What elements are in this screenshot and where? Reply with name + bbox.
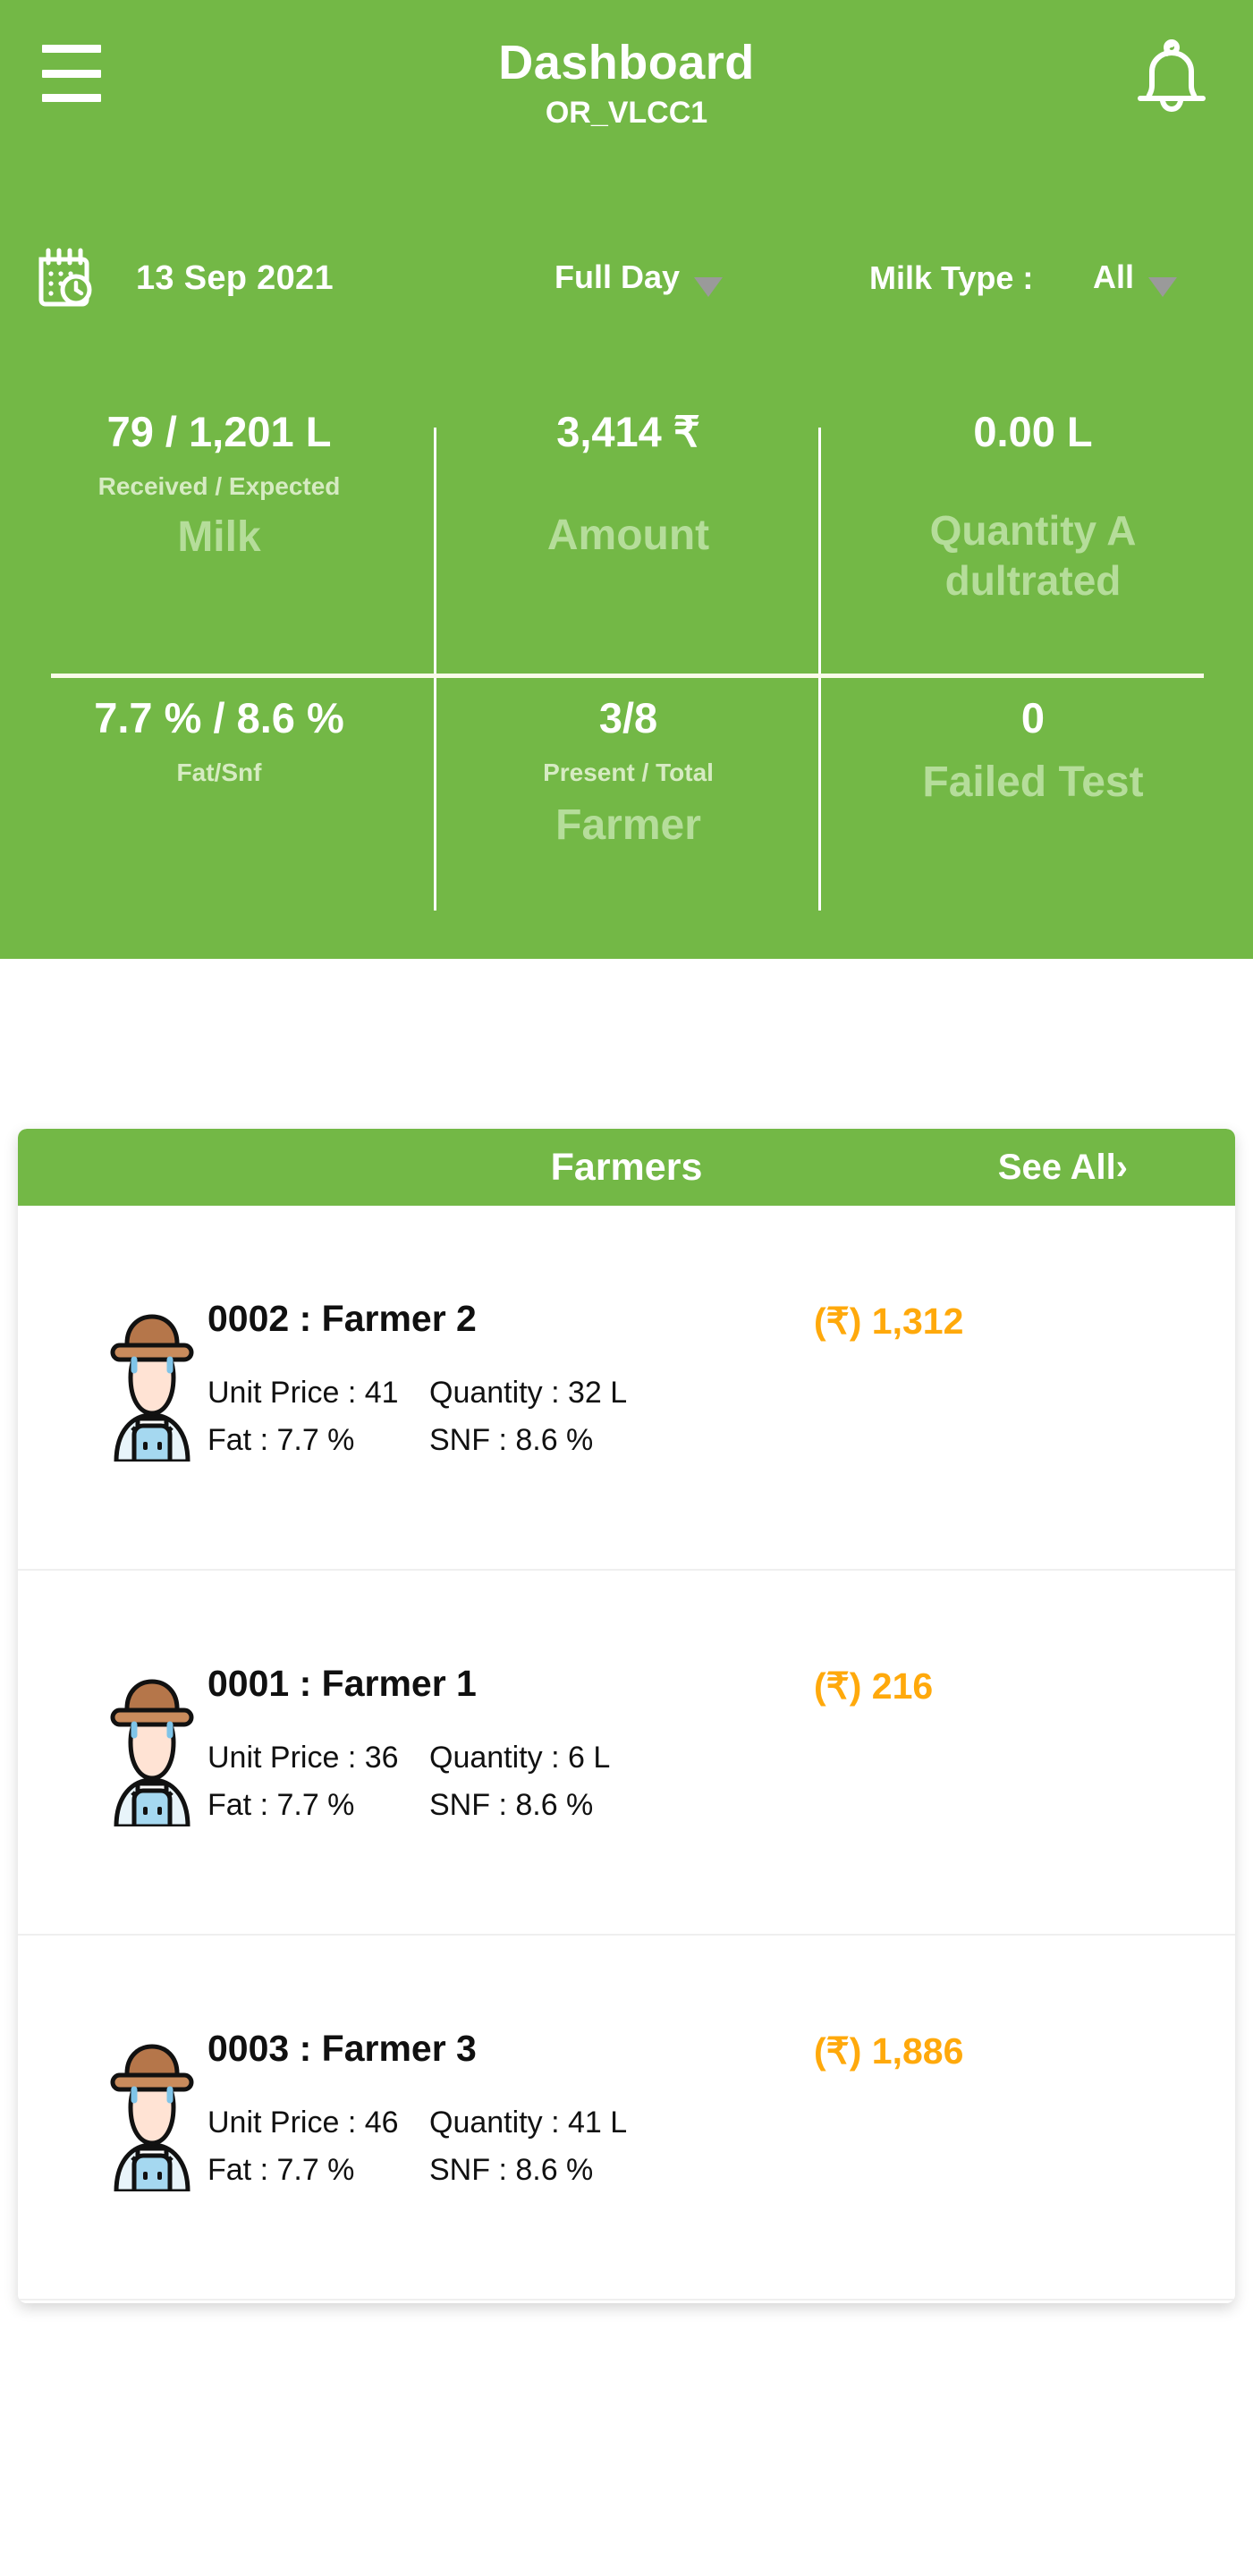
farmer-detail-row: Fat : 7.7 % SNF : 8.6 % <box>207 1788 1156 1823</box>
farmer-detail-row: Unit Price : 46 Quantity : 41 L <box>207 2106 1156 2140</box>
farmer-amount: (₹) 216 <box>814 1665 934 1707</box>
stat-value-unit: L <box>1066 408 1093 455</box>
stat-value-unit: L <box>305 408 332 455</box>
stat-value: 7.7 % / 8.6 % <box>94 694 344 741</box>
farmer-fat: Fat : 7.7 % <box>207 1788 355 1822</box>
stat-value: 0 <box>1020 694 1046 741</box>
farmer-quantity: Quantity : 32 L <box>429 1376 628 1410</box>
farmer-details: Unit Price : 36 Quantity : 6 L Fat : 7.7… <box>207 1741 1156 1835</box>
stat-tile-amount[interactable]: 3,414 ₹ Amount <box>438 407 818 561</box>
farmer-quantity: Quantity : 6 L <box>429 1741 611 1775</box>
stat-value: 79 / 1,201 L <box>9 407 429 457</box>
stat-sublabel: Fat/Snf <box>176 758 262 786</box>
bell-icon[interactable] <box>1133 36 1210 118</box>
table-row-partial[interactable] <box>18 2301 1235 2303</box>
stat-tile-failed-test[interactable]: 0 Failed Test <box>823 693 1243 808</box>
shift-dropdown[interactable]: Full Day <box>555 258 724 297</box>
farmer-fat: Fat : 7.7 % <box>207 1423 355 1457</box>
milk-type-dropdown[interactable]: All <box>1093 258 1178 297</box>
stats-vertical-divider <box>434 428 436 911</box>
farmer-avatar-svg <box>110 1314 194 1464</box>
stat-name: Quantity A dultrated <box>929 507 1137 604</box>
chevron-down-icon <box>694 277 724 297</box>
farmer-amount: (₹) 1,312 <box>814 1301 964 1342</box>
selected-date[interactable]: 13 Sep 2021 <box>136 259 334 298</box>
farmer-avatar-icon <box>80 2021 224 2194</box>
table-row[interactable]: 0001 : Farmer 1 (₹) 216 Unit Price : 36 … <box>18 1571 1235 1936</box>
see-all-link[interactable]: See All› <box>998 1129 1128 1206</box>
farmer-unit-price: Unit Price : 41 <box>207 1376 399 1410</box>
shift-dropdown-label: Full Day <box>555 258 681 295</box>
stat-value-number: 0.00 <box>973 408 1055 455</box>
farmer-snf: SNF : 8.6 % <box>429 2153 594 2187</box>
stat-tile-quantity-adultrated[interactable]: 0.00 L Quantity A dultrated <box>823 407 1243 606</box>
stats-grid: 79 / 1,201 L Received / Expected Milk 3,… <box>0 394 1253 911</box>
farmer-name: 0003 : Farmer 3 <box>207 2028 477 2069</box>
stat-tile-fat-snf[interactable]: 7.7 % / 8.6 % Fat/Snf <box>9 693 429 790</box>
farmer-detail-row: Unit Price : 36 Quantity : 6 L <box>207 1741 1156 1775</box>
stat-name: Failed Test <box>922 758 1144 806</box>
farmer-detail-row: Unit Price : 41 Quantity : 32 L <box>207 1376 1156 1411</box>
app-bar-title-group: Dashboard OR_VLCC1 <box>0 34 1253 132</box>
farmer-snf: SNF : 8.6 % <box>429 1788 594 1822</box>
farmers-card: Farmers See All› 0002 : Farmer 2 (₹) 1,3… <box>18 1129 1235 2303</box>
farmers-card-header: Farmers See All› <box>18 1129 1235 1206</box>
filter-bar: 13 Sep 2021 Full Day Milk Type : All <box>0 234 1253 333</box>
stats-horizontal-divider <box>51 674 1204 678</box>
farmer-avatar-svg <box>110 1679 194 1829</box>
app-bar: Dashboard OR_VLCC1 <box>0 0 1253 170</box>
page-subtitle: OR_VLCC1 <box>545 96 708 130</box>
calendar-clock-icon-svg <box>38 248 92 307</box>
stats-vertical-divider <box>818 428 821 911</box>
farmer-details: Unit Price : 46 Quantity : 41 L Fat : 7.… <box>207 2106 1156 2200</box>
stat-tile-milk[interactable]: 79 / 1,201 L Received / Expected Milk <box>9 407 429 563</box>
dashboard-header-panel: Dashboard OR_VLCC1 13 Sep 2021 Full Day … <box>0 0 1253 959</box>
stat-name: Amount <box>546 512 710 559</box>
farmer-detail-row: Fat : 7.7 % SNF : 8.6 % <box>207 1423 1156 1458</box>
farmer-unit-price: Unit Price : 46 <box>207 2106 399 2140</box>
farmer-amount: (₹) 1,886 <box>814 2030 964 2072</box>
farmer-detail-row: Fat : 7.7 % SNF : 8.6 % <box>207 2153 1156 2188</box>
stat-value-number: 3,414 <box>556 408 662 455</box>
farmer-avatar-svg <box>110 2044 194 2194</box>
farmer-name: 0002 : Farmer 2 <box>207 1298 477 1339</box>
stat-sublabel: Present / Total <box>543 758 714 786</box>
farmer-unit-price: Unit Price : 36 <box>207 1741 399 1775</box>
stat-value: 3/8 <box>598 694 658 741</box>
farmer-fat: Fat : 7.7 % <box>207 2153 355 2187</box>
table-row[interactable]: 0002 : Farmer 2 (₹) 1,312 Unit Price : 4… <box>18 1206 1235 1571</box>
table-row[interactable]: 0003 : Farmer 3 (₹) 1,886 Unit Price : 4… <box>18 1936 1235 2301</box>
chevron-down-icon <box>1148 277 1178 297</box>
bell-icon-svg <box>1138 39 1206 113</box>
stat-tile-farmer[interactable]: 3/8 Present / Total Farmer <box>438 693 818 851</box>
page-title: Dashboard <box>498 36 755 89</box>
farmer-avatar-icon <box>80 1292 224 1464</box>
calendar-clock-icon[interactable] <box>36 245 93 309</box>
farmer-quantity: Quantity : 41 L <box>429 2106 628 2140</box>
stat-value: 3,414 ₹ <box>438 407 818 457</box>
stat-value: 0.00 L <box>823 407 1243 457</box>
stat-name: Farmer <box>555 801 701 849</box>
milk-type-dropdown-value: All <box>1093 258 1135 295</box>
stat-value-number: 79 / 1,201 <box>106 408 294 455</box>
farmer-avatar-icon <box>80 1657 224 1829</box>
farmer-name: 0001 : Farmer 1 <box>207 1663 477 1704</box>
farmer-details: Unit Price : 41 Quantity : 32 L Fat : 7.… <box>207 1376 1156 1470</box>
farmer-snf: SNF : 8.6 % <box>429 1423 594 1457</box>
milk-type-label: Milk Type : <box>869 259 1034 296</box>
stat-sublabel: Received / Expected <box>97 472 341 500</box>
stat-value-unit: ₹ <box>673 408 700 455</box>
stat-name: Milk <box>177 513 261 561</box>
